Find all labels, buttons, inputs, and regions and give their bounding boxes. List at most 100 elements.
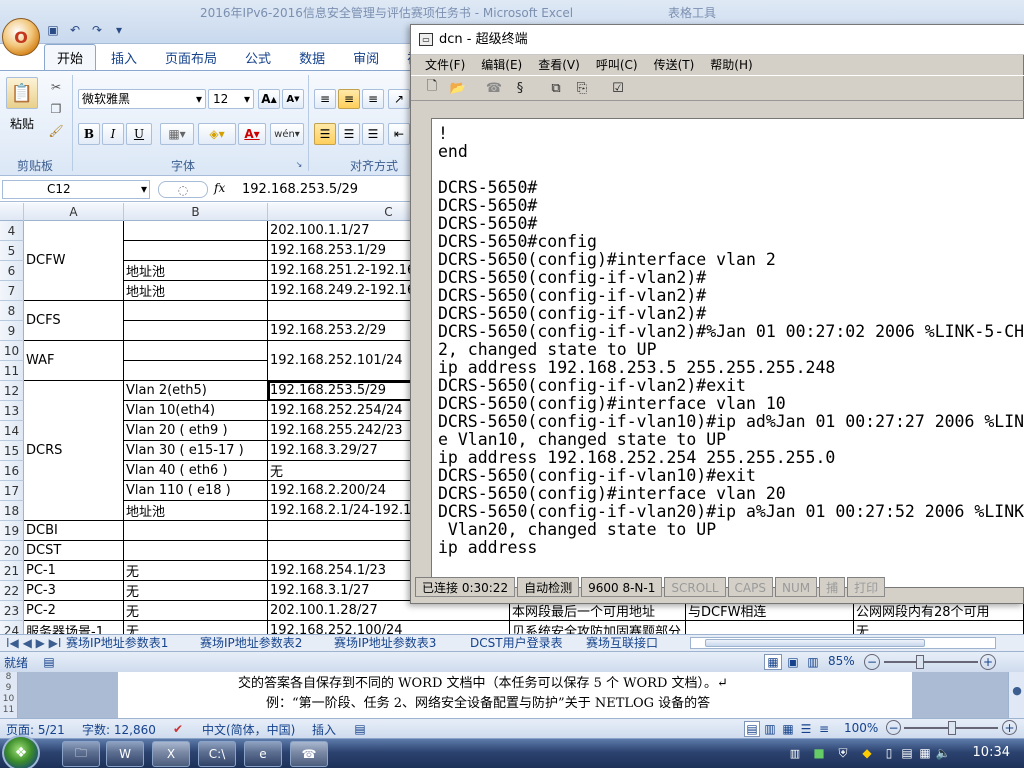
cell-e[interactable] bbox=[686, 621, 854, 634]
row-header[interactable]: 14 bbox=[0, 421, 24, 441]
sheet-nav-arrows-icon[interactable]: I◀ ◀ ▶ ▶I bbox=[2, 635, 65, 651]
sheet-tab[interactable]: 赛场IP地址参数表1 bbox=[62, 635, 172, 651]
cell-b[interactable]: 地址池 bbox=[124, 281, 268, 301]
cell-c[interactable]: 192.168.252.100/24 bbox=[268, 621, 510, 634]
page-break-view-icon[interactable]: ▥ bbox=[804, 654, 822, 670]
outline-view-icon[interactable]: ☰ bbox=[798, 721, 814, 737]
cell-f[interactable]: 公网网段内有28个可用 bbox=[854, 601, 1024, 621]
tray-icon[interactable]: ◆ bbox=[860, 746, 874, 760]
row-header[interactable]: 9 bbox=[0, 321, 24, 341]
shrink-font-icon[interactable]: A ▼ bbox=[282, 89, 304, 109]
row-header[interactable]: 4 bbox=[0, 221, 24, 241]
cell-b[interactable]: 地址池 bbox=[124, 261, 268, 281]
row-header[interactable]: 20 bbox=[0, 541, 24, 561]
cell-b[interactable] bbox=[124, 321, 268, 341]
phonetic-guide-icon[interactable]: wén▾ bbox=[270, 123, 304, 145]
cell-f[interactable]: 无 bbox=[854, 621, 1024, 634]
align-top-icon[interactable]: ≡ bbox=[314, 89, 336, 109]
tray-icon[interactable]: ■ bbox=[812, 746, 826, 760]
row-header[interactable]: 5 bbox=[0, 241, 24, 261]
tab-insert[interactable]: 插入 bbox=[98, 44, 150, 70]
cell-b[interactable] bbox=[124, 301, 268, 321]
bold-button[interactable]: B bbox=[78, 123, 100, 145]
row-header[interactable]: 23 bbox=[0, 601, 24, 621]
cell-b[interactable]: 地址池 bbox=[124, 501, 268, 521]
sheet-tab[interactable]: 赛场IP地址参数表3 bbox=[330, 635, 440, 651]
scroll-dot-icon[interactable]: ● bbox=[1009, 682, 1024, 698]
full-screen-reading-icon[interactable]: ▥ bbox=[762, 721, 778, 737]
sheet-tab[interactable]: 赛场互联接口 bbox=[582, 635, 662, 651]
cell-b[interactable]: Vlan 110 ( e18 ) bbox=[124, 481, 268, 501]
tab-data[interactable]: 数据 bbox=[286, 44, 338, 70]
menu-file[interactable]: 文件(F) bbox=[425, 55, 465, 75]
cell-b[interactable]: Vlan 10(eth4) bbox=[124, 401, 268, 421]
menu-transfer[interactable]: 传送(T) bbox=[654, 55, 695, 75]
font-name-select[interactable]: 微软雅黑 ▾ bbox=[78, 89, 206, 109]
draft-view-icon[interactable]: ≡ bbox=[816, 721, 832, 737]
macro-icon[interactable]: ▤ bbox=[352, 721, 368, 737]
normal-view-icon[interactable]: ▦ bbox=[764, 654, 782, 670]
paste-button[interactable]: 粘贴 bbox=[10, 115, 34, 132]
proofing-icon[interactable]: ✔ bbox=[170, 721, 186, 737]
print-layout-icon[interactable]: ▤ bbox=[744, 721, 760, 737]
row-header[interactable]: 12 bbox=[0, 381, 24, 401]
row-header[interactable]: 13 bbox=[0, 401, 24, 421]
undo-icon[interactable]: ↶ bbox=[66, 21, 84, 39]
insert-function-icon[interactable]: fx bbox=[214, 181, 225, 195]
zoom-slider[interactable] bbox=[884, 661, 978, 663]
align-center-icon[interactable]: ☰ bbox=[338, 123, 360, 145]
menu-help[interactable]: 帮助(H) bbox=[710, 55, 752, 75]
cell-a[interactable]: DCRS bbox=[24, 381, 124, 521]
ie-taskbar-icon[interactable]: e bbox=[244, 741, 282, 767]
formula-input[interactable]: 192.168.253.5/29 bbox=[242, 180, 358, 199]
font-size-select[interactable]: 12 ▾ bbox=[208, 89, 254, 109]
cell-b[interactable]: Vlan 40 ( eth6 ) bbox=[124, 461, 268, 481]
macro-record-icon[interactable]: ▤ bbox=[40, 654, 58, 670]
explorer-taskbar-icon[interactable]: 🗀 bbox=[62, 741, 100, 767]
terminal-screen[interactable]: ! end DCRS-5650# DCRS-5650# DCRS-5650# DCRS-5… bbox=[431, 118, 1024, 588]
open-icon[interactable]: 📂 bbox=[449, 79, 467, 97]
sheet-tab[interactable]: DCST用户登录表 bbox=[466, 635, 567, 651]
tab-review[interactable]: 审阅 bbox=[340, 44, 392, 70]
zoom-slider-thumb[interactable] bbox=[916, 655, 924, 669]
row-header[interactable]: 17 bbox=[0, 481, 24, 501]
align-right-icon[interactable]: ☰ bbox=[362, 123, 384, 145]
cmd-taskbar-icon[interactable]: C:\ bbox=[198, 741, 236, 767]
insert-mode[interactable]: 插入 bbox=[312, 721, 336, 738]
row-header[interactable]: 21 bbox=[0, 561, 24, 581]
cell-b[interactable]: 无 bbox=[124, 561, 268, 581]
word-zoom-level[interactable]: 100% bbox=[844, 721, 878, 735]
word-count[interactable]: 字数: 12,860 bbox=[82, 721, 156, 738]
qat-dropdown-icon[interactable]: ▾ bbox=[110, 21, 128, 39]
disconnect-icon[interactable]: ☎ bbox=[485, 79, 503, 97]
row-header[interactable]: 24 bbox=[0, 621, 24, 634]
zoom-slider-thumb[interactable] bbox=[948, 721, 956, 735]
row-header[interactable]: 11 bbox=[0, 361, 24, 381]
cell-e[interactable]: 与DCFW相连 bbox=[686, 601, 854, 621]
cell-c[interactable]: 202.100.1.28/27 bbox=[268, 601, 510, 621]
word-taskbar-icon[interactable]: W bbox=[106, 741, 144, 767]
start-button[interactable]: ❖ bbox=[2, 735, 40, 768]
cell-b[interactable]: 无 bbox=[124, 581, 268, 601]
receive-file-icon[interactable]: ⎘ bbox=[573, 79, 591, 97]
zoom-in-icon[interactable]: + bbox=[1002, 720, 1017, 735]
properties-icon[interactable]: ☑ bbox=[609, 79, 627, 97]
format-painter-icon[interactable]: 🖌 bbox=[48, 123, 64, 139]
hyperterminal-taskbar-icon[interactable]: ☎ bbox=[290, 741, 328, 767]
paste-icon[interactable]: 📋 bbox=[6, 77, 38, 109]
row-header[interactable]: 18 bbox=[0, 501, 24, 521]
page-layout-view-icon[interactable]: ▣ bbox=[784, 654, 802, 670]
copy-icon[interactable]: ❐ bbox=[48, 101, 64, 117]
web-layout-icon[interactable]: ▦ bbox=[780, 721, 796, 737]
row-header[interactable]: 19 bbox=[0, 521, 24, 541]
cell-b[interactable]: 无 bbox=[124, 621, 268, 634]
scrollbar-thumb[interactable] bbox=[705, 639, 925, 647]
grow-font-icon[interactable]: A ▲ bbox=[258, 89, 280, 109]
cell-b[interactable]: 无 bbox=[124, 601, 268, 621]
cell-a[interactable]: DCBI bbox=[24, 521, 124, 541]
zoom-out-icon[interactable]: − bbox=[886, 720, 901, 735]
excel-taskbar-icon[interactable]: X bbox=[152, 741, 190, 767]
cell-b[interactable]: Vlan 2(eth5) bbox=[124, 381, 268, 401]
save-icon[interactable]: ▣ bbox=[44, 21, 62, 39]
cell-b[interactable] bbox=[124, 241, 268, 261]
